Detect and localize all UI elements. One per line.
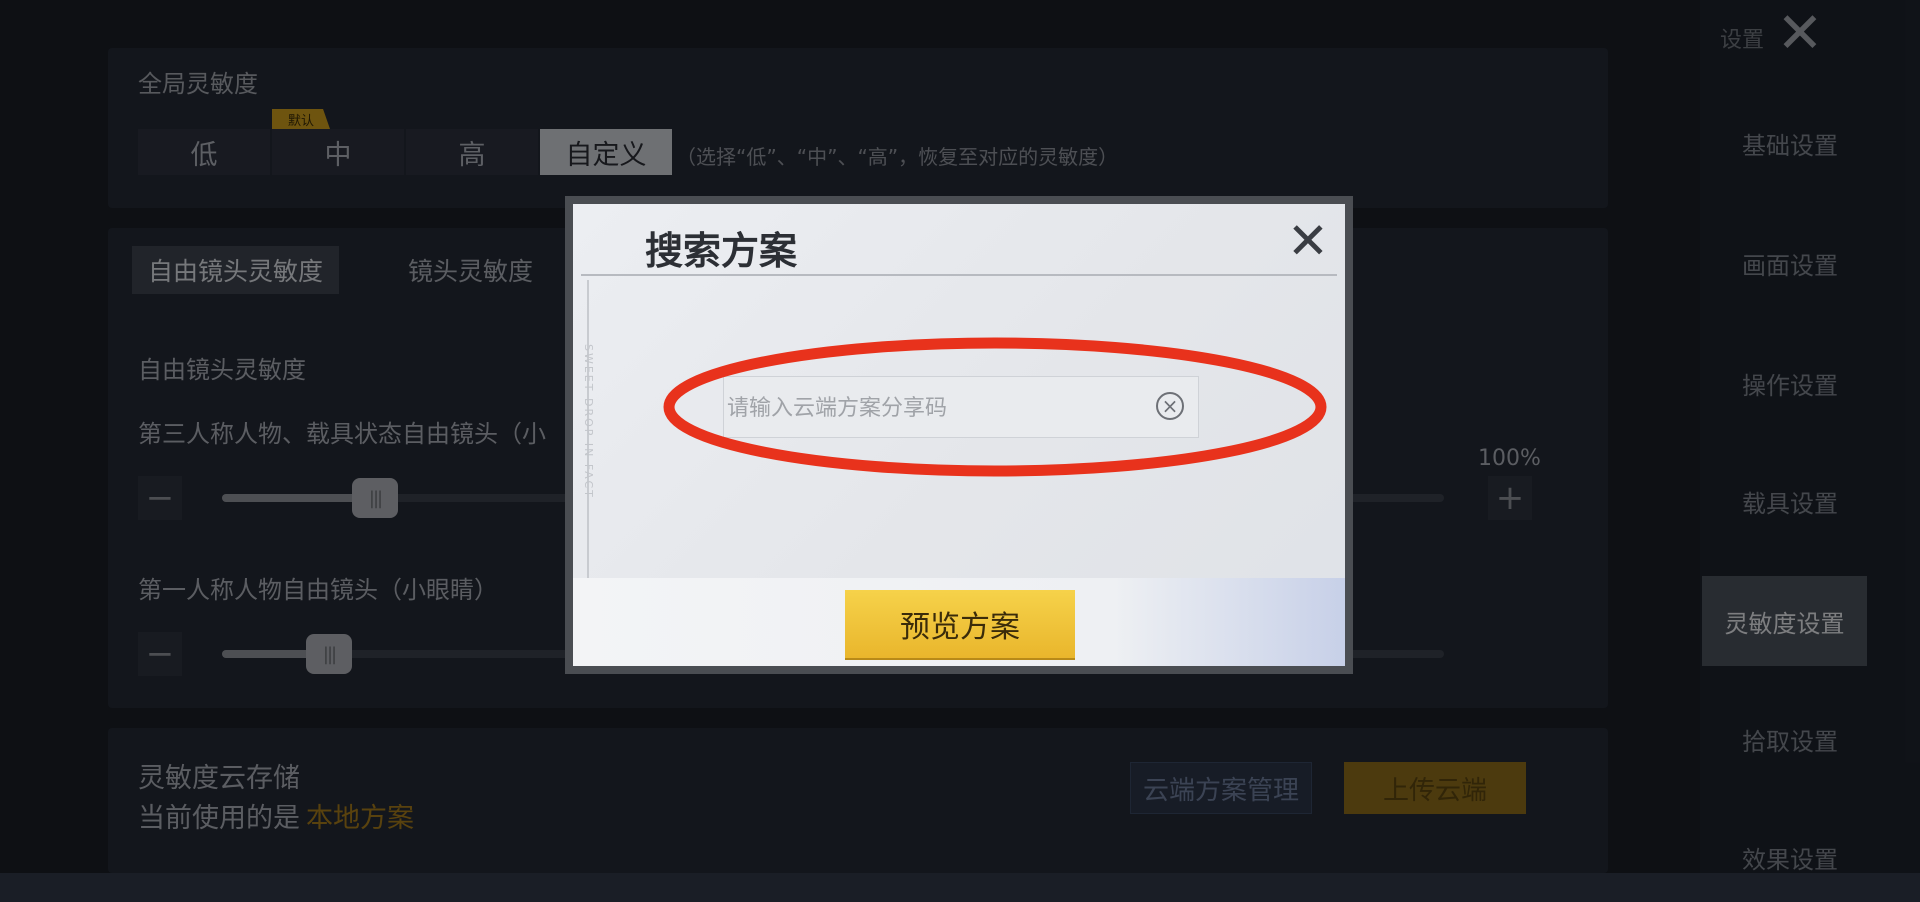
highlight-ellipse [663,337,1327,477]
dialog-divider [581,274,1337,276]
preview-scheme-button[interactable]: 预览方案 [845,590,1075,658]
dialog-close-icon[interactable]: ✕ [1283,216,1333,268]
dialog-decoration-text: SWEET DROP IN FACT [582,344,595,499]
dialog-title: 搜索方案 [645,229,798,273]
